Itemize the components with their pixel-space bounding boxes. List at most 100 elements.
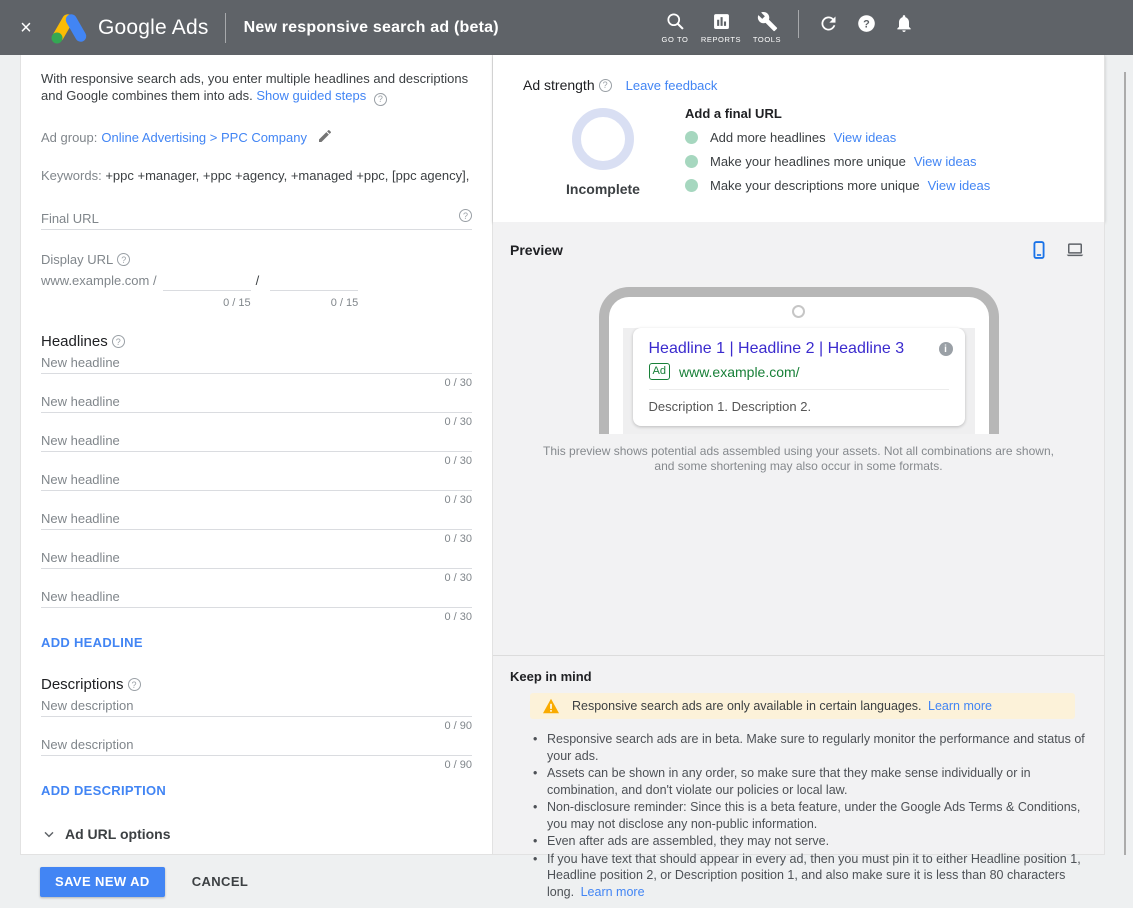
help-icon[interactable]: ? — [847, 13, 885, 34]
green-dot-icon — [685, 155, 698, 168]
keywords-row: Keywords: +ppc +manager, +ppc +agency, +… — [41, 168, 472, 183]
path-separator: / — [251, 273, 265, 291]
headline-3-input[interactable] — [41, 430, 472, 452]
final-url-field: ? — [41, 208, 472, 230]
desktop-preview-icon[interactable] — [1063, 240, 1087, 260]
ad-strength-panel: Ad strength ? Leave feedback Incomplete … — [493, 55, 1105, 222]
save-new-ad-button[interactable]: SAVE NEW AD — [40, 867, 165, 897]
display-url-help-icon[interactable]: ? — [117, 253, 130, 266]
display-url-row: www.example.com / / — [41, 271, 472, 291]
list-item: • Assets can be shown in any order, so m… — [533, 765, 1085, 798]
headline-5-counter: 0 / 30 — [41, 533, 472, 545]
headline-4-input[interactable] — [41, 469, 472, 491]
ad-strength-body: Incomplete Add a final URL Add more head… — [523, 103, 1074, 197]
go-to-button[interactable]: GO TO — [652, 11, 698, 44]
description-1-input[interactable] — [41, 695, 472, 717]
add-description-button[interactable]: ADD DESCRIPTION — [41, 783, 166, 798]
warning-learn-more-link[interactable]: Learn more — [928, 699, 992, 713]
list-item-text: Assets can be shown in any order, so mak… — [547, 765, 1085, 798]
view-ideas-link[interactable]: View ideas — [834, 130, 897, 145]
preview-title: Preview — [510, 242, 563, 258]
tools-button[interactable]: TOOLS — [744, 11, 790, 44]
chevron-down-icon — [41, 826, 57, 842]
headline-4-counter: 0 / 30 — [41, 494, 472, 506]
display-url-counters: www.example.com / 0 / 15 / 0 / 15 — [41, 291, 472, 309]
vertical-scrollbar[interactable] — [1124, 72, 1126, 855]
final-url-help-icon[interactable]: ? — [459, 209, 472, 222]
page-title: New responsive search ad (beta) — [244, 19, 499, 37]
display-path-2-field — [270, 271, 358, 291]
reports-icon — [711, 11, 732, 32]
reports-button[interactable]: REPORTS — [698, 11, 744, 44]
leave-feedback-link[interactable]: Leave feedback — [626, 78, 718, 93]
description-2-input[interactable] — [41, 734, 472, 756]
headlines-help-icon[interactable]: ? — [112, 335, 125, 348]
headline-7-counter: 0 / 30 — [41, 611, 472, 623]
warning-text: Responsive search ads are only available… — [572, 699, 992, 713]
mobile-preview-icon[interactable] — [1029, 239, 1049, 261]
description-1-field: 0 / 90 — [41, 695, 472, 732]
headline-7-field: 0 / 30 — [41, 586, 472, 623]
display-url-base: www.example.com / — [41, 273, 157, 291]
headline-5-input[interactable] — [41, 508, 472, 530]
strength-ring-icon — [572, 108, 634, 170]
headlines-section-title: Headlines ? — [41, 333, 472, 350]
list-item-text: Even after ads are assembled, they may n… — [547, 833, 829, 850]
bullet-icon: • — [533, 765, 547, 798]
ad-group-link[interactable]: Online Advertising > PPC Company — [101, 130, 307, 145]
list-item: • Non-disclosure reminder: Since this is… — [533, 799, 1085, 832]
cancel-button[interactable]: CANCEL — [192, 874, 249, 889]
ad-strength-help-icon[interactable]: ? — [599, 79, 612, 92]
display-url-label-text: Display URL — [41, 252, 113, 267]
keep-in-mind-panel: Keep in mind Responsive search ads are o… — [493, 655, 1105, 855]
suggestion-row: Make your headlines more unique View ide… — [685, 154, 990, 169]
ad-url-options-toggle[interactable]: Ad URL options — [41, 826, 472, 842]
preview-disclaimer: This preview shows potential ads assembl… — [539, 444, 1059, 473]
view-ideas-link[interactable]: View ideas — [928, 178, 991, 193]
ad-preview-description: Description 1. Description 2. — [649, 399, 949, 414]
headline-2-field: 0 / 30 — [41, 391, 472, 428]
warning-banner: Responsive search ads are only available… — [530, 693, 1075, 719]
ad-url-row: Ad www.example.com/ — [649, 363, 949, 380]
headline-6-field: 0 / 30 — [41, 547, 472, 584]
view-ideas-link[interactable]: View ideas — [914, 154, 977, 169]
keywords-label: Keywords: — [41, 168, 102, 183]
footer-bar: SAVE NEW AD CANCEL — [0, 855, 1133, 908]
list-item-text: Non-disclosure reminder: Since this is a… — [547, 799, 1085, 832]
svg-text:?: ? — [863, 18, 870, 30]
guided-steps-help-icon[interactable]: ? — [374, 93, 387, 106]
headline-2-input[interactable] — [41, 391, 472, 413]
headline-6-counter: 0 / 30 — [41, 572, 472, 584]
close-icon[interactable]: × — [16, 18, 36, 38]
display-path-1-input[interactable] — [163, 271, 251, 291]
brand-name: Google Ads — [98, 16, 209, 40]
keep-in-mind-title: Keep in mind — [510, 669, 1078, 684]
edit-pencil-icon[interactable] — [317, 128, 333, 147]
add-headline-button[interactable]: ADD HEADLINE — [41, 635, 143, 650]
top-app-bar: × Google Ads New responsive search ad (b… — [0, 0, 1133, 55]
warning-triangle-icon — [542, 698, 560, 714]
ad-url-options-label: Ad URL options — [65, 826, 171, 842]
description-2-counter: 0 / 90 — [41, 759, 472, 771]
refresh-icon[interactable] — [809, 13, 847, 34]
headlines-title-text: Headlines — [41, 333, 108, 350]
final-url-input[interactable] — [41, 208, 472, 230]
headline-3-field: 0 / 30 — [41, 430, 472, 467]
display-path-2-input[interactable] — [270, 271, 358, 291]
description-2-field: 0 / 90 — [41, 734, 472, 771]
notifications-bell-icon[interactable] — [885, 13, 923, 34]
google-ads-app: × Google Ads New responsive search ad (b… — [0, 0, 1133, 908]
headline-4-field: 0 / 30 — [41, 469, 472, 506]
ad-display-url: www.example.com/ — [679, 364, 800, 380]
info-icon[interactable]: i — [939, 342, 953, 356]
headline-7-input[interactable] — [41, 586, 472, 608]
headline-1-input[interactable] — [41, 352, 472, 374]
headline-6-input[interactable] — [41, 547, 472, 569]
list-item: • Responsive search ads are in beta. Mak… — [533, 731, 1085, 764]
description-1-counter: 0 / 90 — [41, 720, 472, 732]
suggestion-text: Make your headlines more unique — [710, 154, 906, 169]
show-guided-steps-link[interactable]: Show guided steps — [256, 88, 366, 103]
descriptions-help-icon[interactable]: ? — [128, 678, 141, 691]
list-item: • Even after ads are assembled, they may… — [533, 833, 1085, 850]
go-to-label: GO TO — [662, 35, 689, 44]
